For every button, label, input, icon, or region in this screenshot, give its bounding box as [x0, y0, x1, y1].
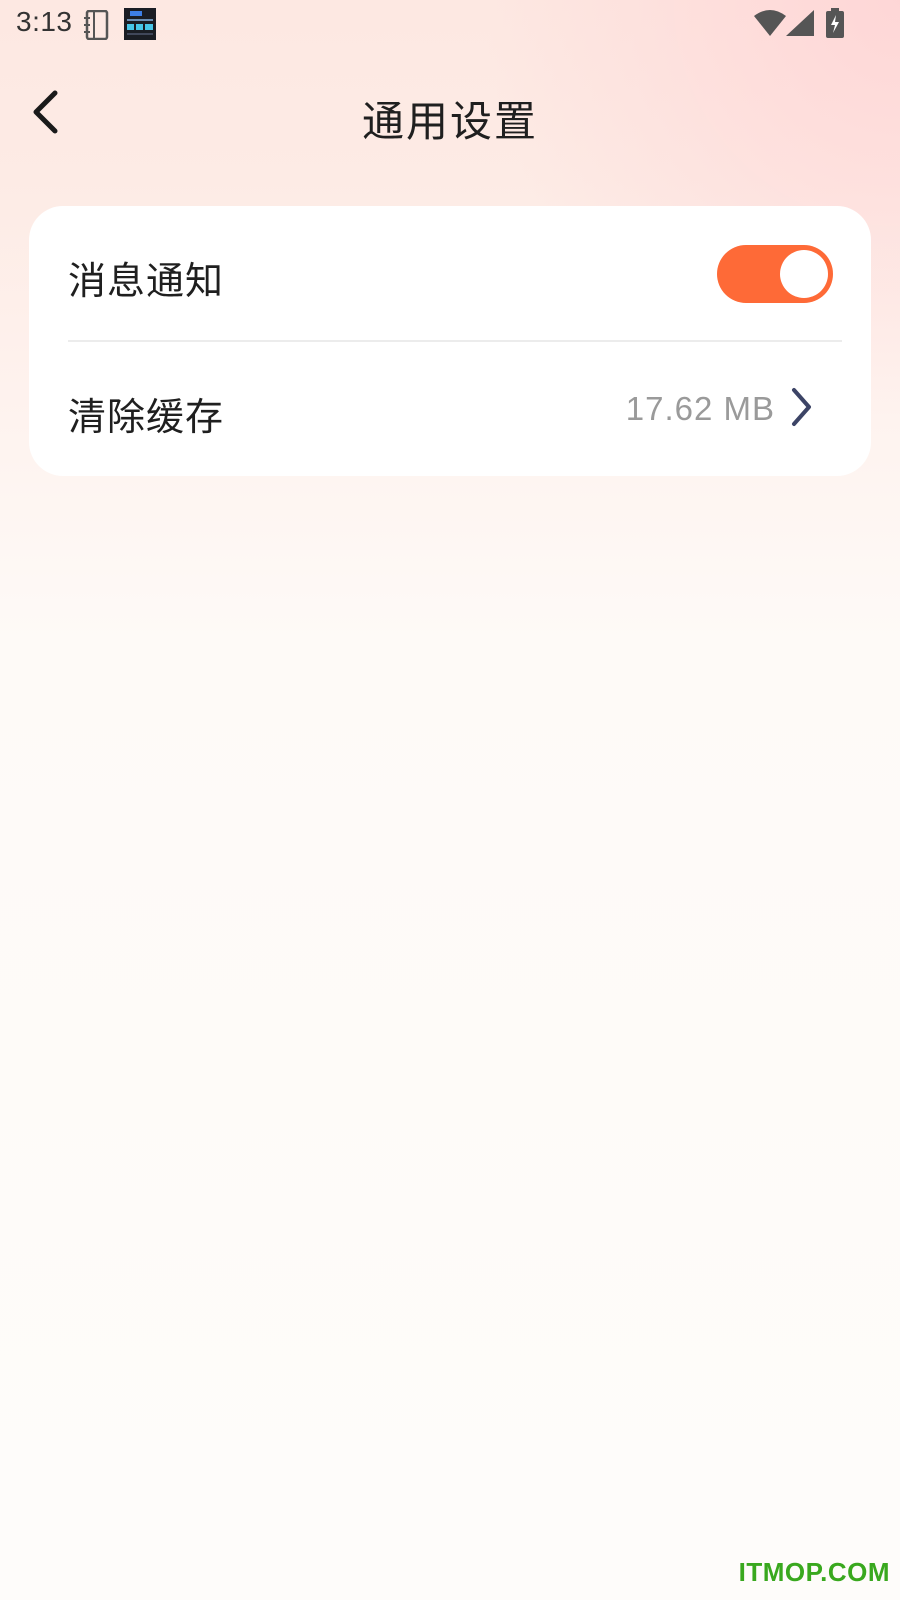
page-title: 通用设置 [361, 97, 538, 146]
settings-card: 消息通知 清除缓存 17.62 MB [29, 206, 871, 476]
cache-size-value: 17.62 MB [625, 390, 775, 427]
clock-widget-icon [124, 8, 156, 44]
notification-setting-row: 消息通知 [29, 206, 871, 340]
status-bar: 3:13 [0, 0, 900, 48]
battery-charging-icon [826, 8, 844, 42]
chevron-right-icon [789, 386, 813, 432]
watermark: ITMOP.COM [738, 1557, 890, 1587]
wifi-icon [754, 10, 786, 40]
notebook-icon [84, 9, 110, 44]
signal-icon [786, 10, 814, 40]
clear-cache-row[interactable]: 清除缓存 17.62 MB [29, 342, 871, 476]
notification-label: 消息通知 [68, 259, 225, 303]
clear-cache-label: 清除缓存 [68, 395, 225, 439]
toggle-knob [780, 250, 828, 298]
status-time: 3:13 [16, 6, 73, 37]
notification-toggle[interactable] [717, 245, 833, 303]
